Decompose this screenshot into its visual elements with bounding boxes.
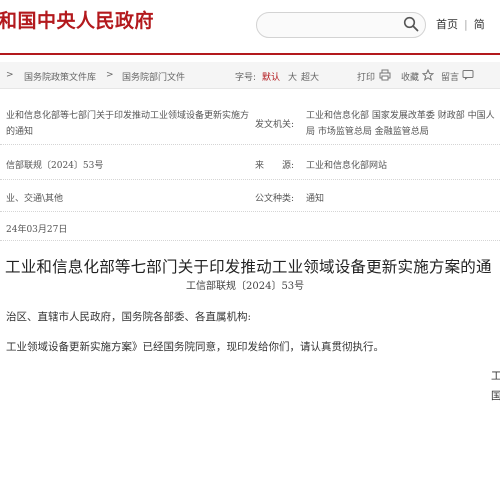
- article-title: 工业和信息化部等七部门关于印发推动工业领域设备更新实施方案的通: [5, 258, 492, 276]
- info-title-line1: 业和信息化部等七部门关于印发推动工业领域设备更新实施方: [6, 111, 250, 121]
- issuer-label: 发文机关:: [255, 120, 295, 130]
- breadcrumb-item-department-files[interactable]: 国务院部门文件: [122, 70, 185, 83]
- breadcrumb-separator: >: [106, 70, 114, 80]
- row-divider: [0, 211, 500, 212]
- category-value: 业、交通\其他: [6, 194, 64, 204]
- document-number: 信部联规〔2024〕53号: [6, 161, 104, 171]
- issuer-line2: 局 市场监管总局 金融监管总局: [306, 127, 429, 137]
- search-icon[interactable]: [403, 16, 419, 32]
- site-title[interactable]: 和国中央人民政府: [0, 6, 154, 33]
- font-size-default[interactable]: 默认: [262, 70, 280, 83]
- top-nav: 首页 | 简: [436, 16, 485, 32]
- signature-line1: 工: [491, 370, 500, 382]
- favorite-button[interactable]: 收藏: [401, 70, 419, 83]
- signature-line2: 国: [491, 390, 500, 402]
- row-divider: [0, 144, 500, 145]
- print-icon[interactable]: [379, 69, 391, 81]
- doctype-label: 公文种类:: [255, 194, 295, 204]
- issue-date: 24年03月27日: [6, 225, 68, 235]
- row-divider: [0, 179, 500, 180]
- nav-home-link[interactable]: 首页: [436, 18, 458, 31]
- source-label: 来 源:: [255, 161, 295, 171]
- article-paragraph: 工业领域设备更新实施方案》已经国务院同意，现印发给你们，请认真贯彻执行。: [6, 341, 384, 353]
- search-input[interactable]: [267, 13, 401, 37]
- font-size-large[interactable]: 大: [288, 70, 297, 83]
- comment-button[interactable]: 留言: [441, 70, 459, 83]
- nav-divider: |: [464, 18, 468, 31]
- nav-simplified-link[interactable]: 简: [474, 18, 485, 31]
- source-value: 工业和信息化部网站: [306, 161, 388, 171]
- info-title-line2: 的通知: [6, 127, 34, 137]
- issuer-line1: 工业和信息化部 国家发展改革委 财政部 中国人: [306, 111, 495, 121]
- print-button[interactable]: 打印: [357, 70, 375, 83]
- header-divider: [0, 53, 500, 55]
- doctype-value: 通知: [306, 194, 325, 204]
- row-divider: [0, 240, 500, 241]
- breadcrumb-item-policy-library[interactable]: 国务院政策文件库: [24, 70, 96, 83]
- search-box[interactable]: [256, 12, 426, 38]
- font-size-xlarge[interactable]: 超大: [301, 70, 319, 83]
- article-salutation: 治区、直辖市人民政府，国务院各部委、各直属机构:: [6, 311, 252, 323]
- breadcrumb-separator: >: [6, 70, 14, 80]
- breadcrumb-bar: > 国务院政策文件库 > 国务院部门文件 字号: 默认 大 超大 打印 收藏 留…: [0, 62, 500, 89]
- font-size-label: 字号:: [235, 73, 257, 83]
- article-document-number: 工信部联规〔2024〕53号: [186, 281, 305, 292]
- comment-icon[interactable]: [462, 69, 474, 81]
- star-icon[interactable]: [422, 69, 434, 81]
